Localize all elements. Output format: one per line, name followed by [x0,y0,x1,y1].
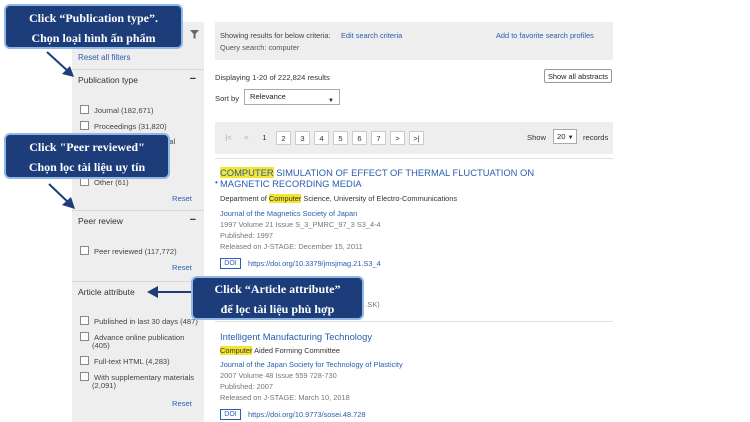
query-search: Query search: computer [220,43,300,52]
checkbox[interactable] [80,356,89,365]
filter-icon[interactable] [190,30,199,39]
page-1-button[interactable]: 1 [257,131,272,145]
page-7-button[interactable]: 7 [371,131,386,145]
callout-article-attribute: Click “Article attribute” để lọc tài liệ… [191,276,364,320]
records-per-page-select[interactable]: 20 ▼ [553,129,577,144]
article-published: Published: 1997 [220,231,274,240]
callout-peer-reviewed: Click "Peer reviewed" Chọn lọc tài liệu … [4,133,170,179]
divider [215,321,613,322]
sort-label: Sort by [215,94,240,103]
article-published: Published: 2007 [220,382,274,391]
page-5-button[interactable]: 5 [333,131,348,145]
section-title: Peer review [78,216,123,226]
section-title: Publication type [78,75,139,85]
article-title-link[interactable]: COMPUTER SIMULATION OF EFFECT OF THERMAL… [220,167,534,178]
page-4-button[interactable]: 4 [314,131,329,145]
arrow-icon [48,183,75,209]
article-title-link[interactable]: Intelligent Manufacturing Technology [220,331,372,342]
records-label: records [583,133,609,142]
reset-article-attribute[interactable]: Reset [172,399,192,408]
reset-all-filters-link[interactable]: Reset all filters [78,53,130,62]
checkbox[interactable] [80,246,89,255]
article-volume: 2007 Volume 48 Issue 559 728-730 [220,371,337,380]
callout-publication-type: Click “Publication type”. Chọn loại hình… [4,4,183,49]
bullet-icon: • [215,178,218,187]
doi-badge: DOI [220,409,241,420]
doi-link[interactable]: https://doi.org/10.3379/jmsjmag.21.S3_4 [248,259,381,268]
next-page-button[interactable]: > [390,131,405,145]
collapse-icon[interactable]: − [190,73,196,85]
checkbox[interactable] [80,316,89,325]
arrow-icon [147,286,191,298]
article-author: Department of Computer Science, Universi… [220,194,458,203]
page-6-button[interactable]: 6 [352,131,367,145]
show-label: Show [527,133,546,142]
checkbox[interactable] [80,105,89,114]
divider [215,158,613,159]
first-page-button[interactable]: |< [221,131,236,145]
doi-link[interactable]: https://doi.org/10.9773/sosei.48.728 [248,410,366,419]
journal-link[interactable]: Journal of the Japan Society for Technol… [220,360,403,369]
article-author: Computer Aided Forming Committee [220,346,340,355]
page-3-button[interactable]: 3 [295,131,310,145]
filter-option-journal[interactable]: Journal (182,671) [80,105,154,116]
criteria-label: Showing results for below criteria: [220,31,331,40]
article-released: Released on J-STAGE: March 10, 2018 [220,393,350,402]
doi-badge: DOI [220,258,241,269]
filter-option-proceedings[interactable]: Proceedings (31,820) [80,121,167,132]
show-all-abstracts-button[interactable]: Show all abstracts [544,69,612,83]
checkbox[interactable] [80,121,89,130]
filter-option-supplementary-count: (2,091) [92,381,117,390]
peer-review-header[interactable]: Peer review − [72,210,204,231]
collapse-icon[interactable]: − [190,214,196,226]
reset-publication-type[interactable]: Reset [172,194,192,203]
reset-peer-review[interactable]: Reset [172,263,192,272]
last-page-button[interactable]: >| [409,131,424,145]
caret-down-icon: ▼ [567,135,574,141]
journal-link[interactable]: Journal of the Magnetics Society of Japa… [220,209,357,218]
filter-option-fulltext-html[interactable]: Full-text HTML (4,283) [80,356,170,367]
filter-option-advance-online-count: (405) [92,341,110,350]
search-criteria-panel [215,22,613,60]
prev-page-button[interactable]: < [239,131,254,145]
page-2-button[interactable]: 2 [276,131,291,145]
arrow-icon [46,51,74,77]
section-title: Article attribute [78,287,135,297]
publication-type-header[interactable]: Publication type − [72,69,204,90]
filter-option-peer-reviewed[interactable]: Peer reviewed (117,772) [80,246,177,257]
article-title-link-line2[interactable]: MAGNETIC RECORDING MEDIA [220,178,362,189]
edit-search-criteria-link[interactable]: Edit search criteria [341,31,402,40]
filter-option-last-30-days[interactable]: Published in last 30 days (487) [80,316,198,327]
article-volume: 1997 Volume 21 Issue S_3_PMRC_97_3 S3_4-… [220,220,381,229]
sort-select[interactable]: Relevance ▼ [244,89,340,105]
caret-down-icon: ▼ [328,98,334,104]
checkbox[interactable] [80,332,89,341]
checkbox[interactable] [80,372,89,381]
results-count: Displaying 1-20 of 222,824 results [215,73,330,82]
article-released: Released on J-STAGE: December 15, 2011 [220,242,363,251]
add-favorite-link[interactable]: Add to favorite search profiles [496,31,594,40]
